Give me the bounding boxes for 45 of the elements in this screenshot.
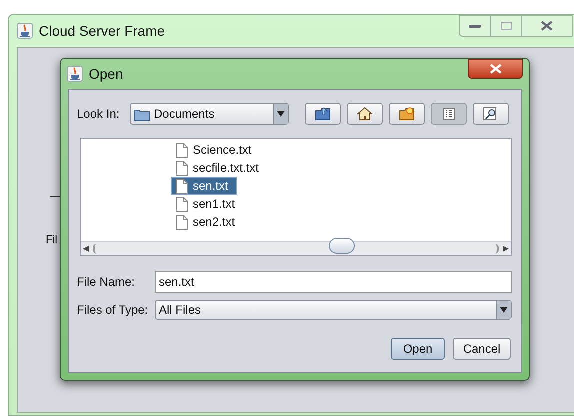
file-item[interactable]: sen.txt [171, 177, 238, 195]
file-item[interactable]: sen1.txt [171, 195, 244, 213]
file-item[interactable]: Science.txt [171, 141, 261, 159]
file-item[interactable]: sen2.txt [171, 213, 244, 231]
cup-icon [67, 66, 83, 82]
dialog-button[interactable]: Cancel [453, 338, 511, 360]
new-folder-icon [399, 107, 415, 121]
dialog-title: Open [89, 64, 124, 84]
file-icon [176, 142, 188, 158]
details-button[interactable] [473, 103, 509, 125]
file-type-label: Files of Type: [77, 302, 150, 319]
close-icon [488, 64, 502, 74]
dialog-button[interactable]: Open [391, 338, 445, 360]
close-button[interactable] [521, 15, 573, 37]
scroll-left-icon[interactable] [83, 246, 89, 252]
home-icon [357, 107, 373, 121]
new-folder-button[interactable] [389, 103, 425, 125]
file-icon [176, 196, 188, 212]
field-label: Fil [46, 233, 58, 248]
scroll-right-icon[interactable] [503, 246, 509, 252]
file-icon [176, 178, 188, 194]
cup-icon [17, 23, 33, 39]
close-icon [541, 21, 553, 31]
home-button[interactable] [347, 103, 383, 125]
details-view-icon [483, 107, 499, 121]
file-icon [176, 160, 188, 176]
folder-icon [134, 108, 150, 120]
window-title: Cloud Server Frame [39, 22, 166, 40]
look-in-label: Look In: [77, 106, 121, 123]
caret-icon [277, 111, 285, 117]
file-name-label: File Name: [77, 274, 136, 291]
list-view-icon [443, 108, 455, 120]
file-item[interactable]: secfile.txt.txt [171, 159, 268, 177]
minimize-button[interactable] [459, 15, 491, 37]
list-button[interactable] [431, 103, 467, 125]
caret-icon [500, 307, 508, 313]
folder-up-icon [315, 107, 331, 121]
file-icon [176, 214, 188, 230]
scroll-thumb[interactable] [329, 238, 355, 254]
file-name-field[interactable]: sen.txt [155, 271, 512, 293]
file-type-dropdown[interactable]: All Files [155, 300, 512, 320]
close-button[interactable] [468, 59, 523, 79]
horizontal-scrollbar[interactable] [81, 241, 511, 255]
up-button[interactable] [305, 103, 341, 125]
look-in-dropdown[interactable]: Documents [130, 103, 289, 125]
